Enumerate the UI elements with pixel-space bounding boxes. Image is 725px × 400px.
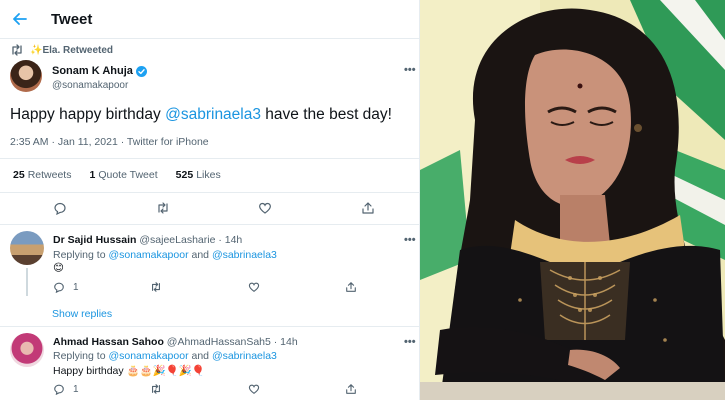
replying-and: and [188,350,212,362]
like-heart-icon[interactable] [258,201,272,215]
reply-icon[interactable] [53,201,67,215]
reply-author-handle: @AhmadHassanSah5 · 14h [166,336,298,348]
tweet-stats: 25 Retweets 1 Quote Tweet 525 Likes [13,169,221,181]
tweet-pane: Tweet ✨Ela. Retweeted Sonam K Ahuja @son… [0,0,420,400]
retweets-stat[interactable]: 25 Retweets [13,169,71,181]
reply-author-name: Dr Sajid Hussain [53,234,137,246]
mention-link[interactable]: @sabrinaela3 [165,106,261,123]
mention-link[interactable]: @sabrinaela3 [212,249,277,261]
reply-icon[interactable] [53,383,65,395]
retweet-action-icon[interactable] [156,201,170,215]
divider [0,158,419,159]
page-title: Tweet [51,10,93,28]
header: Tweet [0,0,419,39]
retweet-action-icon[interactable] [150,281,162,293]
reply-author-name: Ahmad Hassan Sahoo [53,336,164,348]
quotes-label: Quote Tweet [98,169,158,181]
reply-count: 1 [73,384,79,395]
likes-count: 525 [175,169,194,181]
replying-prefix: Replying to [53,350,109,362]
author-name[interactable]: Sonam K Ahuja [52,65,147,77]
mention-link[interactable]: @sonamakapoor [108,249,188,261]
retweets-label: Retweets [27,169,72,181]
replying-to: Replying to @sonamakapoor and @sabrinael… [53,249,277,261]
reply-author-handle: @sajeeLasharie · 14h [139,234,243,246]
share-icon[interactable] [361,201,375,215]
quotes-count: 1 [89,169,96,181]
reply-avatar[interactable] [10,333,44,367]
reply-author[interactable]: Dr Sajid Hussain @sajeeLasharie · 14h [53,234,242,246]
likes-stat[interactable]: 525 Likes [176,169,221,181]
reply-avatar[interactable] [10,231,44,265]
more-options-icon[interactable]: ••• [404,64,416,76]
divider [0,326,419,327]
likes-label: Likes [196,169,221,181]
divider [0,192,419,193]
author-name-text: Sonam K Ahuja [52,65,133,77]
reply-author[interactable]: Ahmad Hassan Sahoo @AhmadHassanSah5 · 14… [53,336,298,348]
replying-and: and [188,249,212,261]
divider [0,224,419,225]
more-options-icon[interactable]: ••• [404,336,416,348]
show-replies-link[interactable]: Show replies [52,308,112,320]
more-options-icon[interactable]: ••• [404,234,416,246]
like-heart-icon[interactable] [248,281,260,293]
reply-text: 😊 [53,262,64,274]
author-handle[interactable]: @sonamakapoor [52,80,128,91]
tweet-text: Happy happy birthday @sabrinaela3 have t… [10,106,392,124]
author-avatar[interactable] [10,60,42,92]
mention-link[interactable]: @sabrinaela3 [212,350,277,362]
tweet-text-suffix: have the best day! [261,106,392,123]
replying-prefix: Replying to [53,249,109,261]
share-icon[interactable] [345,281,357,293]
reply-text: Happy birthday 🎂🎂🎉🎈🎉🎈 [53,365,205,377]
share-icon[interactable] [345,383,357,395]
thread-line [26,268,28,296]
retweet-context[interactable]: ✨Ela. Retweeted [10,44,113,56]
reply-icon[interactable] [53,281,65,293]
reply-count: 1 [73,282,79,293]
retweet-action-icon[interactable] [150,383,162,395]
tweet-text-prefix: Happy happy birthday [10,106,166,123]
portrait-photo [420,0,725,400]
retweets-count: 25 [13,169,25,181]
mention-link[interactable]: @sonamakapoor [108,350,188,362]
verified-badge-icon [135,65,147,77]
like-heart-icon[interactable] [248,383,260,395]
arrow-left-icon[interactable] [13,11,29,27]
retweet-icon [10,44,24,56]
tweet-meta[interactable]: 2:35 AM · Jan 11, 2021 · Twitter for iPh… [10,136,209,148]
retweet-label: ✨Ela. Retweeted [30,44,114,56]
replying-to: Replying to @sonamakapoor and @sabrinael… [53,350,277,362]
quotes-stat[interactable]: 1 Quote Tweet [89,169,157,181]
